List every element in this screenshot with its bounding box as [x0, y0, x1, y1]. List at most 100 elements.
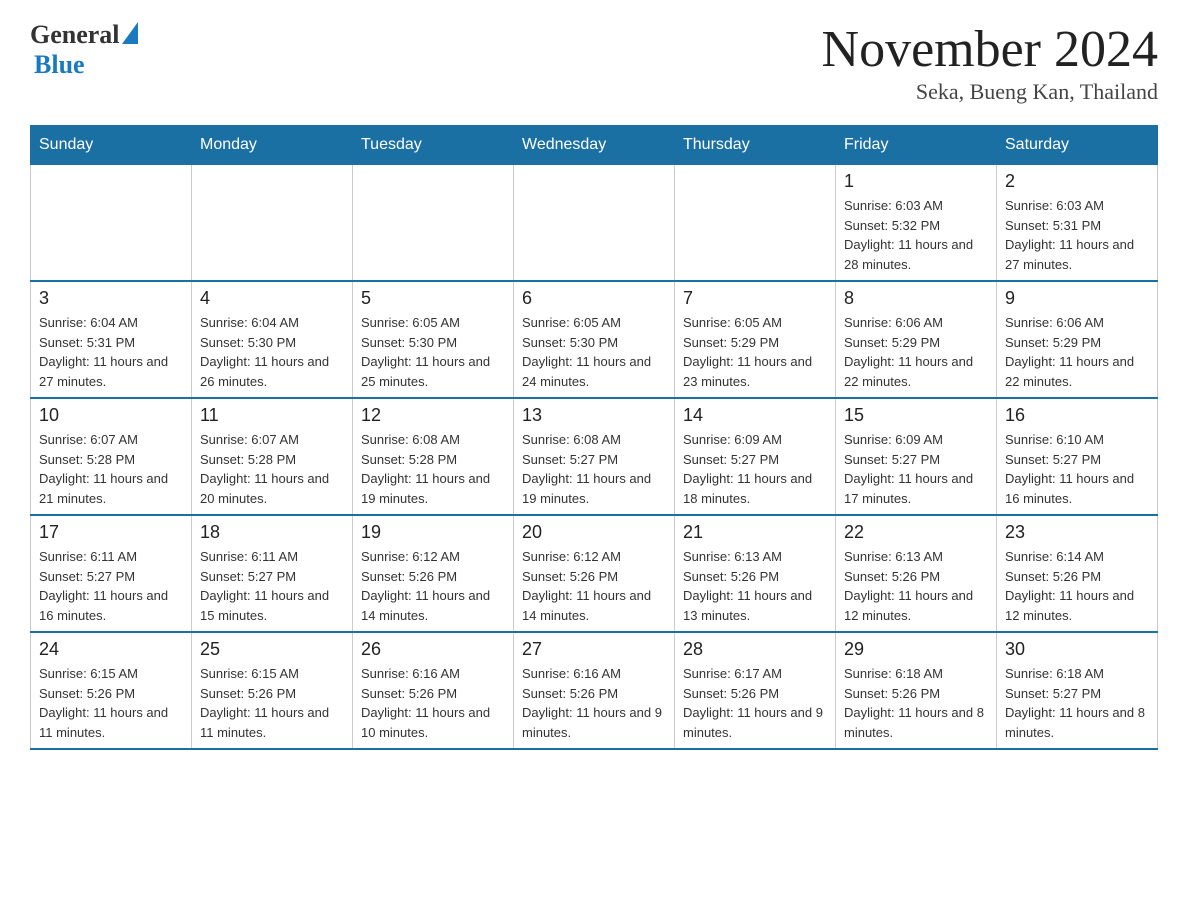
day-number: 24 — [39, 639, 183, 660]
day-info: Sunrise: 6:15 AM Sunset: 5:26 PM Dayligh… — [200, 664, 344, 742]
location-subtitle: Seka, Bueng Kan, Thailand — [822, 79, 1158, 105]
day-number: 20 — [522, 522, 666, 543]
day-info: Sunrise: 6:13 AM Sunset: 5:26 PM Dayligh… — [683, 547, 827, 625]
day-number: 18 — [200, 522, 344, 543]
calendar-cell: 7 Sunrise: 6:05 AM Sunset: 5:29 PM Daylig… — [675, 281, 836, 398]
day-info: Sunrise: 6:06 AM Sunset: 5:29 PM Dayligh… — [1005, 313, 1149, 391]
day-info: Sunrise: 6:04 AM Sunset: 5:31 PM Dayligh… — [39, 313, 183, 391]
calendar-cell: 14 Sunrise: 6:09 AM Sunset: 5:27 PM Dayli… — [675, 398, 836, 515]
calendar-week-row: 1 Sunrise: 6:03 AM Sunset: 5:32 PM Daylig… — [31, 165, 1158, 282]
calendar-cell: 22 Sunrise: 6:13 AM Sunset: 5:26 PM Dayli… — [836, 515, 997, 632]
day-number: 13 — [522, 405, 666, 426]
days-of-week-row: Sunday Monday Tuesday Wednesday Thursday… — [31, 126, 1158, 165]
calendar-cell: 19Sunrise: 6:12 AM Sunset: 5:26 PM Dayli… — [353, 515, 514, 632]
calendar-cell: 21 Sunrise: 6:13 AM Sunset: 5:26 PM Dayli… — [675, 515, 836, 632]
day-number: 19 — [361, 522, 505, 543]
calendar-cell: 18 Sunrise: 6:11 AM Sunset: 5:27 PM Dayli… — [192, 515, 353, 632]
logo-blue-text: Blue — [34, 50, 85, 79]
calendar-cell: 2 Sunrise: 6:03 AM Sunset: 5:31 PM Daylig… — [997, 165, 1158, 282]
calendar-cell: 23Sunrise: 6:14 AM Sunset: 5:26 PM Dayli… — [997, 515, 1158, 632]
day-info: Sunrise: 6:14 AM Sunset: 5:26 PM Dayligh… — [1005, 547, 1149, 625]
header-friday: Friday — [836, 126, 997, 165]
day-number: 16 — [1005, 405, 1149, 426]
calendar-cell: 3 Sunrise: 6:04 AM Sunset: 5:31 PM Daylig… — [31, 281, 192, 398]
day-info: Sunrise: 6:07 AM Sunset: 5:28 PM Dayligh… — [39, 430, 183, 508]
calendar-cell: 4Sunrise: 6:04 AM Sunset: 5:30 PM Daylig… — [192, 281, 353, 398]
day-info: Sunrise: 6:11 AM Sunset: 5:27 PM Dayligh… — [200, 547, 344, 625]
day-info: Sunrise: 6:18 AM Sunset: 5:26 PM Dayligh… — [844, 664, 988, 742]
header-thursday: Thursday — [675, 126, 836, 165]
day-number: 3 — [39, 288, 183, 309]
calendar-cell: 25 Sunrise: 6:15 AM Sunset: 5:26 PM Dayli… — [192, 632, 353, 749]
calendar-cell: 17 Sunrise: 6:11 AM Sunset: 5:27 PM Dayli… — [31, 515, 192, 632]
day-info: Sunrise: 6:17 AM Sunset: 5:26 PM Dayligh… — [683, 664, 827, 742]
calendar-week-row: 24 Sunrise: 6:15 AM Sunset: 5:26 PM Dayli… — [31, 632, 1158, 749]
calendar-cell: 24Sunrise: 6:15 AM Sunset: 5:26 PM Dayli… — [31, 632, 192, 749]
header-tuesday: Tuesday — [353, 126, 514, 165]
day-info: Sunrise: 6:03 AM Sunset: 5:31 PM Dayligh… — [1005, 196, 1149, 274]
calendar-week-row: 10 Sunrise: 6:07 AM Sunset: 5:28 PM Dayli… — [31, 398, 1158, 515]
calendar-cell: 29 Sunrise: 6:18 AM Sunset: 5:26 PM Dayli… — [836, 632, 997, 749]
day-number: 12 — [361, 405, 505, 426]
logo: General Blue — [30, 20, 138, 80]
calendar-cell — [192, 165, 353, 282]
calendar-cell: 12Sunrise: 6:08 AM Sunset: 5:28 PM Dayli… — [353, 398, 514, 515]
calendar-table: Sunday Monday Tuesday Wednesday Thursday… — [30, 125, 1158, 750]
day-number: 17 — [39, 522, 183, 543]
logo-triangle-icon — [122, 22, 138, 44]
day-info: Sunrise: 6:06 AM Sunset: 5:29 PM Dayligh… — [844, 313, 988, 391]
day-number: 10 — [39, 405, 183, 426]
calendar-cell — [514, 165, 675, 282]
month-title: November 2024 — [822, 20, 1158, 79]
day-number: 2 — [1005, 171, 1149, 192]
page-header: General Blue November 2024 Seka, Bueng K… — [30, 20, 1158, 105]
day-number: 8 — [844, 288, 988, 309]
calendar-cell — [31, 165, 192, 282]
day-info: Sunrise: 6:12 AM Sunset: 5:26 PM Dayligh… — [522, 547, 666, 625]
header-wednesday: Wednesday — [514, 126, 675, 165]
calendar-cell — [675, 165, 836, 282]
calendar-cell: 6Sunrise: 6:05 AM Sunset: 5:30 PM Daylig… — [514, 281, 675, 398]
day-info: Sunrise: 6:04 AM Sunset: 5:30 PM Dayligh… — [200, 313, 344, 391]
day-info: Sunrise: 6:09 AM Sunset: 5:27 PM Dayligh… — [844, 430, 988, 508]
calendar-cell: 30 Sunrise: 6:18 AM Sunset: 5:27 PM Dayli… — [997, 632, 1158, 749]
header-monday: Monday — [192, 126, 353, 165]
day-number: 7 — [683, 288, 827, 309]
day-number: 25 — [200, 639, 344, 660]
calendar-cell: 13 Sunrise: 6:08 AM Sunset: 5:27 PM Dayli… — [514, 398, 675, 515]
day-info: Sunrise: 6:11 AM Sunset: 5:27 PM Dayligh… — [39, 547, 183, 625]
day-number: 29 — [844, 639, 988, 660]
day-info: Sunrise: 6:09 AM Sunset: 5:27 PM Dayligh… — [683, 430, 827, 508]
calendar-cell: 10 Sunrise: 6:07 AM Sunset: 5:28 PM Dayli… — [31, 398, 192, 515]
day-number: 9 — [1005, 288, 1149, 309]
calendar-cell: 28Sunrise: 6:17 AM Sunset: 5:26 PM Dayli… — [675, 632, 836, 749]
day-info: Sunrise: 6:10 AM Sunset: 5:27 PM Dayligh… — [1005, 430, 1149, 508]
calendar-week-row: 17 Sunrise: 6:11 AM Sunset: 5:27 PM Dayli… — [31, 515, 1158, 632]
day-info: Sunrise: 6:08 AM Sunset: 5:27 PM Dayligh… — [522, 430, 666, 508]
calendar-cell: 27 Sunrise: 6:16 AM Sunset: 5:26 PM Dayli… — [514, 632, 675, 749]
day-number: 5 — [361, 288, 505, 309]
day-number: 30 — [1005, 639, 1149, 660]
calendar-cell: 16 Sunrise: 6:10 AM Sunset: 5:27 PM Dayli… — [997, 398, 1158, 515]
day-info: Sunrise: 6:13 AM Sunset: 5:26 PM Dayligh… — [844, 547, 988, 625]
day-number: 14 — [683, 405, 827, 426]
day-number: 11 — [200, 405, 344, 426]
day-info: Sunrise: 6:18 AM Sunset: 5:27 PM Dayligh… — [1005, 664, 1149, 742]
calendar-cell: 11Sunrise: 6:07 AM Sunset: 5:28 PM Dayli… — [192, 398, 353, 515]
day-info: Sunrise: 6:03 AM Sunset: 5:32 PM Dayligh… — [844, 196, 988, 274]
day-number: 21 — [683, 522, 827, 543]
day-info: Sunrise: 6:05 AM Sunset: 5:29 PM Dayligh… — [683, 313, 827, 391]
calendar-week-row: 3 Sunrise: 6:04 AM Sunset: 5:31 PM Daylig… — [31, 281, 1158, 398]
day-info: Sunrise: 6:05 AM Sunset: 5:30 PM Dayligh… — [522, 313, 666, 391]
calendar-header: Sunday Monday Tuesday Wednesday Thursday… — [31, 126, 1158, 165]
day-number: 15 — [844, 405, 988, 426]
day-number: 27 — [522, 639, 666, 660]
calendar-cell — [353, 165, 514, 282]
calendar-cell: 15 Sunrise: 6:09 AM Sunset: 5:27 PM Dayli… — [836, 398, 997, 515]
day-number: 1 — [844, 171, 988, 192]
day-info: Sunrise: 6:16 AM Sunset: 5:26 PM Dayligh… — [522, 664, 666, 742]
calendar-cell: 1 Sunrise: 6:03 AM Sunset: 5:32 PM Daylig… — [836, 165, 997, 282]
logo-general-text: General — [30, 20, 120, 50]
day-number: 22 — [844, 522, 988, 543]
day-info: Sunrise: 6:05 AM Sunset: 5:30 PM Dayligh… — [361, 313, 505, 391]
